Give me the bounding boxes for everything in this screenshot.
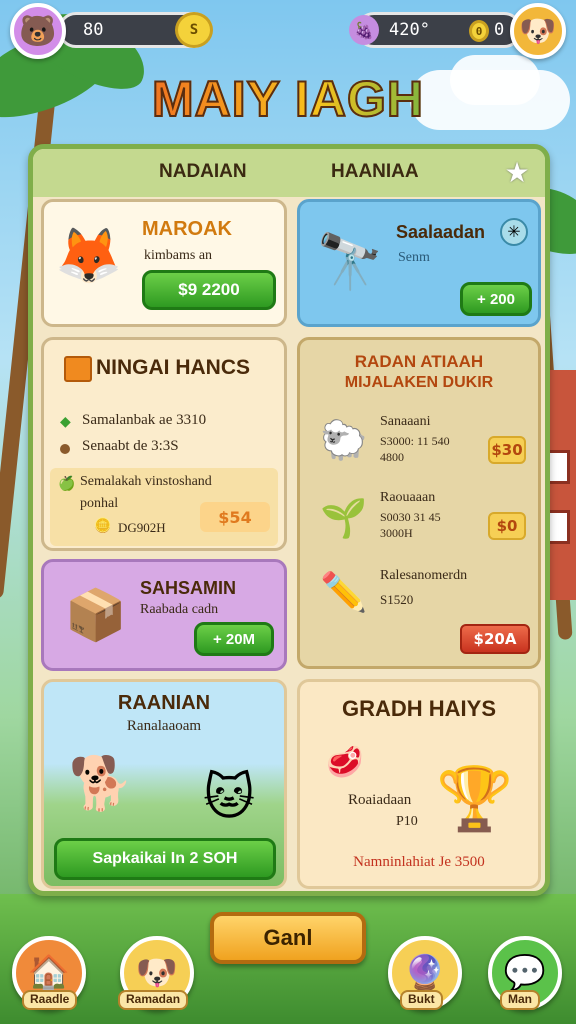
tab-nadaian[interactable]: NADAIAN	[159, 161, 247, 183]
card-subtitle: Raabada cadn	[140, 602, 219, 617]
item-detail: S1520	[380, 592, 414, 607]
item-detail: S3000: 11 540	[380, 434, 450, 448]
card-gradh-haiys[interactable]: GRADH HAIYS 🥩 🏆 Roaiadaan P10 Namninlahi…	[297, 679, 541, 889]
highlight-line-1: Semalakah vinstoshand	[80, 474, 212, 489]
apple-icon: 🍏	[58, 476, 76, 492]
friend-avatar[interactable]: 🐶	[510, 3, 566, 59]
goal-button[interactable]: Ganl	[210, 912, 366, 964]
buy-button[interactable]: $9 2200	[142, 270, 276, 310]
price-button[interactable]: $0	[488, 512, 526, 540]
meat-icon: 🥩	[326, 744, 364, 780]
item-detail: S0030 31 45	[380, 510, 441, 524]
star-icon[interactable]: ★	[501, 157, 533, 189]
card-title-line-1: RADAN ATIAAH	[354, 352, 484, 371]
action-button[interactable]: Sapkaikai In 2 SOH	[54, 838, 276, 880]
dot-icon	[60, 444, 70, 454]
card-saalaadan[interactable]: 🔭 Saalaadan ✳ Senm + 200	[297, 199, 541, 327]
line-1: Samalanbak ae 3310	[82, 412, 207, 428]
card-subtitle: Senm	[398, 250, 430, 265]
card-sahsamin[interactable]: 📦 SAHSAMIN Raabada cadn + 20M	[41, 559, 287, 671]
folder-icon	[64, 356, 92, 382]
item-name: Ralesanomerdn	[380, 568, 468, 583]
nav-pet-label: Ramadan	[118, 990, 189, 1010]
small-coin-icon: 0	[469, 20, 489, 42]
highlight-price[interactable]: $54	[200, 502, 270, 532]
coin-icon: 🪙	[94, 518, 112, 534]
card-title: MAROAK	[142, 218, 232, 240]
item-value: P10	[396, 814, 418, 829]
item-name: Sanaaani	[380, 414, 431, 429]
sprout-icon: 🌱	[320, 495, 368, 540]
card-title: GRADH HAIYS	[341, 696, 496, 721]
coin-icon[interactable]: S	[175, 12, 213, 48]
tab-haaniaa[interactable]: HAANIAA	[331, 161, 419, 183]
item-detail: 3000H	[380, 526, 413, 540]
panel-header: NADAIAN HAANIAA ★	[33, 149, 545, 197]
fox-rocket-icon: 🦊	[55, 224, 123, 287]
item-detail: 4800	[380, 450, 404, 464]
nav-home-label: Raadle	[22, 990, 78, 1010]
leaf-icon: ◆	[60, 414, 71, 430]
highlight-box[interactable]: 🍏 Semalakah vinstoshand ponhal 🪙 DG902H …	[50, 468, 278, 546]
card-title-line-2: MIJALAKEN DUKIR	[344, 374, 494, 391]
card-title: SAHSAMIN	[140, 578, 237, 598]
footer-text: Namninlahiat Je 3500	[353, 854, 485, 870]
card-title: RAANIAN	[117, 692, 211, 714]
magic-orb-icon: 🔮	[403, 953, 447, 993]
pet-icon: 🐶	[135, 953, 179, 993]
line-2: Senaabt de 3:3S	[82, 438, 179, 454]
card-radan-atiaah: RADAN ATIAAH MIJALAKEN DUKIR 🐑 Sanaaani …	[297, 337, 541, 669]
item-name: Raouaaan	[380, 490, 436, 505]
crate-icon: 📦	[64, 585, 128, 644]
nav-magic-label: Bukt	[400, 990, 443, 1010]
nav-chat-label: Man	[500, 990, 540, 1010]
pencil-icon: ✏️	[320, 569, 368, 614]
game-title: MAIY IAGH	[0, 70, 576, 128]
top-bar: 80 S 🐻 🍇 420° 0 0 🐶	[0, 0, 576, 60]
telescope-icon: 🔭	[316, 230, 384, 293]
cat-icon: 🐱	[202, 768, 256, 826]
gem-icon: 🍇	[349, 15, 379, 45]
card-ningai-hancs: NINGAI HANCS ◆ Samalanbak ae 3310 Senaab…	[41, 337, 287, 551]
highlight-code: DG902H	[118, 520, 166, 535]
home-icon: 🏠	[27, 953, 71, 993]
chat-icon: 💬	[503, 953, 547, 993]
currency-right-suffix: 0	[494, 20, 505, 40]
trophy-icon: 🏆	[436, 762, 514, 835]
card-maroak[interactable]: 🦊 MAROAK kimbams an $9 2200	[41, 199, 287, 327]
highlight-line-2: ponhal	[80, 496, 119, 511]
card-raanian[interactable]: RAANIAN Ranalaaoam 🐕 🐱 Sapkaikai In 2 SO…	[41, 679, 287, 889]
card-subtitle: Ranalaaoam	[126, 718, 202, 734]
currency-left-value: 80	[83, 20, 104, 40]
player-avatar[interactable]: 🐻	[10, 3, 66, 59]
price-button[interactable]: $20A	[460, 624, 530, 654]
sheep-icon: 🐑	[320, 417, 368, 462]
card-subtitle: kimbams an	[144, 248, 213, 263]
card-title: NINGAI HANCS	[96, 356, 251, 379]
dog-icon: 🐕	[68, 753, 134, 814]
currency-right: 🍇 420° 0 0	[349, 12, 522, 48]
globe-icon[interactable]: ✳	[500, 218, 528, 246]
currency-right-value: 420°	[389, 20, 430, 40]
price-button[interactable]: $30	[488, 436, 526, 464]
shop-panel: NADAIAN HAANIAA ★ 🦊 MAROAK kimbams an $9…	[28, 144, 550, 896]
currency-left: 80 S	[58, 12, 213, 48]
item-label: Roaiadaan	[348, 792, 412, 808]
buy-button[interactable]: + 200	[460, 282, 532, 316]
card-title: Saalaadan	[396, 222, 486, 242]
buy-button[interactable]: + 20M	[194, 622, 274, 656]
